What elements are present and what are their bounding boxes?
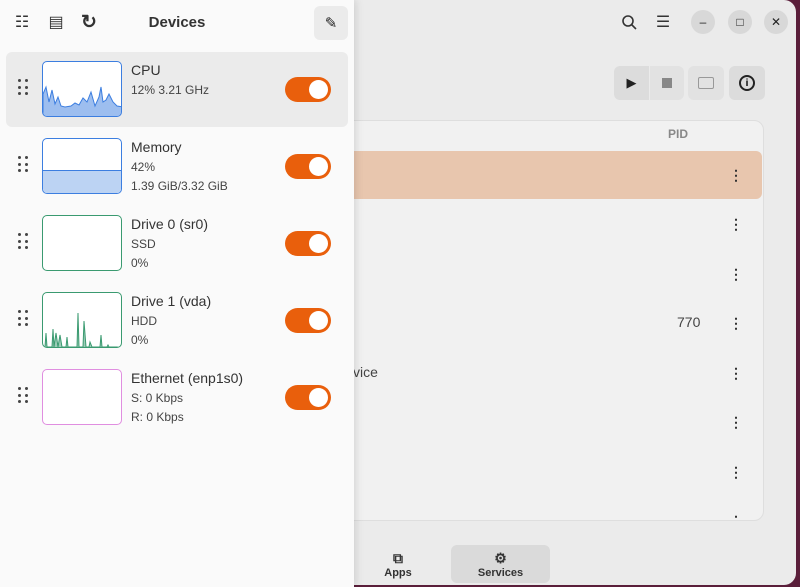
stop-button[interactable] [650,66,684,100]
drag-handle-icon[interactable] [18,387,28,405]
device-toggle[interactable] [285,308,331,333]
maximize-button[interactable]: □ [728,10,752,34]
kebab-icon[interactable]: ⋮ [729,514,743,521]
service-name: vice [353,364,378,380]
device-detail-2: 0% [131,333,148,347]
start-button[interactable]: ▶ [614,66,649,100]
device-detail-1: HDD [131,314,157,328]
kebab-icon[interactable]: ⋮ [729,366,743,380]
drag-handle-icon[interactable] [18,79,28,97]
restart-icon [698,77,714,89]
restart-button[interactable] [688,66,724,100]
device-name: Drive 0 (sr0) [131,216,208,232]
nav-services[interactable]: ⚙Services [451,545,550,583]
info-button[interactable]: i [729,66,765,100]
usage-graph [42,61,122,117]
drag-handle-icon[interactable] [18,233,28,251]
device-row-drive-1[interactable]: Drive 1 (vda) HDD 0% [6,283,348,358]
nav-services-label: Services [478,567,523,579]
devices-popover: ☷ ▤ ↻ Devices ✎ CPU 12% 3.21 GHz Memory … [0,0,354,587]
drag-handle-icon[interactable] [18,156,28,174]
usage-graph [42,292,122,348]
device-toggle[interactable] [285,77,331,102]
table-row[interactable]: ⋮ [301,448,763,496]
device-detail-2: 1.39 GiB/3.32 GiB [131,179,228,193]
device-name: Ethernet (enp1s0) [131,370,243,386]
device-row-memory[interactable]: Memory 42% 1.39 GiB/3.32 GiB [6,129,348,204]
device-name: Memory [131,139,182,155]
table-row[interactable]: ⋮ [301,398,763,446]
device-toggle[interactable] [285,231,331,256]
usage-graph [42,369,122,425]
usage-graph [42,215,122,271]
device-toggle[interactable] [285,385,331,410]
kebab-icon[interactable]: ⋮ [729,415,743,429]
popover-title: Devices [0,14,354,31]
nav-apps[interactable]: ⧉Apps [370,545,426,583]
table-row[interactable]: ⋮ [301,151,762,199]
stop-icon [662,78,672,88]
device-row-cpu[interactable]: CPU 12% 3.21 GHz [6,52,348,127]
table-row[interactable]: ⋮ [301,200,763,248]
table-row[interactable]: ⋮ [301,250,763,298]
pencil-icon: ✎ [325,14,338,32]
kebab-icon[interactable]: ⋮ [729,316,743,330]
kebab-icon[interactable]: ⋮ [729,465,743,479]
device-toggle[interactable] [285,154,331,179]
services-table: PID ⋮ ⋮ ⋮ 770 ⋮ vice ⋮ ⋮ ⋮ ⋮ [300,120,764,521]
device-detail-1: 42% [131,160,155,174]
info-icon: i [739,75,755,91]
edit-button[interactable]: ✎ [314,6,348,40]
nav-apps-label: Apps [384,567,412,579]
gear-icon: ⚙ [494,550,507,567]
kebab-icon[interactable]: ⋮ [729,217,743,231]
pid-value: 770 [677,314,700,330]
apps-icon: ⧉ [393,550,403,567]
table-row[interactable]: ⋮ [301,497,763,521]
table-row[interactable]: vice ⋮ [301,349,763,397]
drag-handle-icon[interactable] [18,310,28,328]
close-button[interactable]: ✕ [764,10,788,34]
kebab-icon[interactable]: ⋮ [729,267,743,281]
pid-column-header[interactable]: PID [668,127,688,141]
usage-graph [42,138,122,194]
device-detail-2: 0% [131,256,148,270]
menu-icon[interactable]: ☰ [651,10,675,34]
device-row-ethernet[interactable]: Ethernet (enp1s0) S: 0 Kbps R: 0 Kbps [6,360,348,435]
play-icon: ▶ [627,75,637,91]
device-detail-2: R: 0 Kbps [131,410,184,424]
device-detail-1: S: 0 Kbps [131,391,183,405]
device-detail-1: SSD [131,237,156,251]
kebab-icon[interactable]: ⋮ [729,168,743,182]
device-name: Drive 1 (vda) [131,293,211,309]
minimize-button[interactable]: – [691,10,715,34]
search-icon[interactable] [617,10,641,34]
table-row[interactable]: 770 ⋮ [301,299,763,347]
device-name: CPU [131,62,161,78]
device-detail-1: 12% 3.21 GHz [131,83,209,97]
device-row-drive-0[interactable]: Drive 0 (sr0) SSD 0% [6,206,348,281]
